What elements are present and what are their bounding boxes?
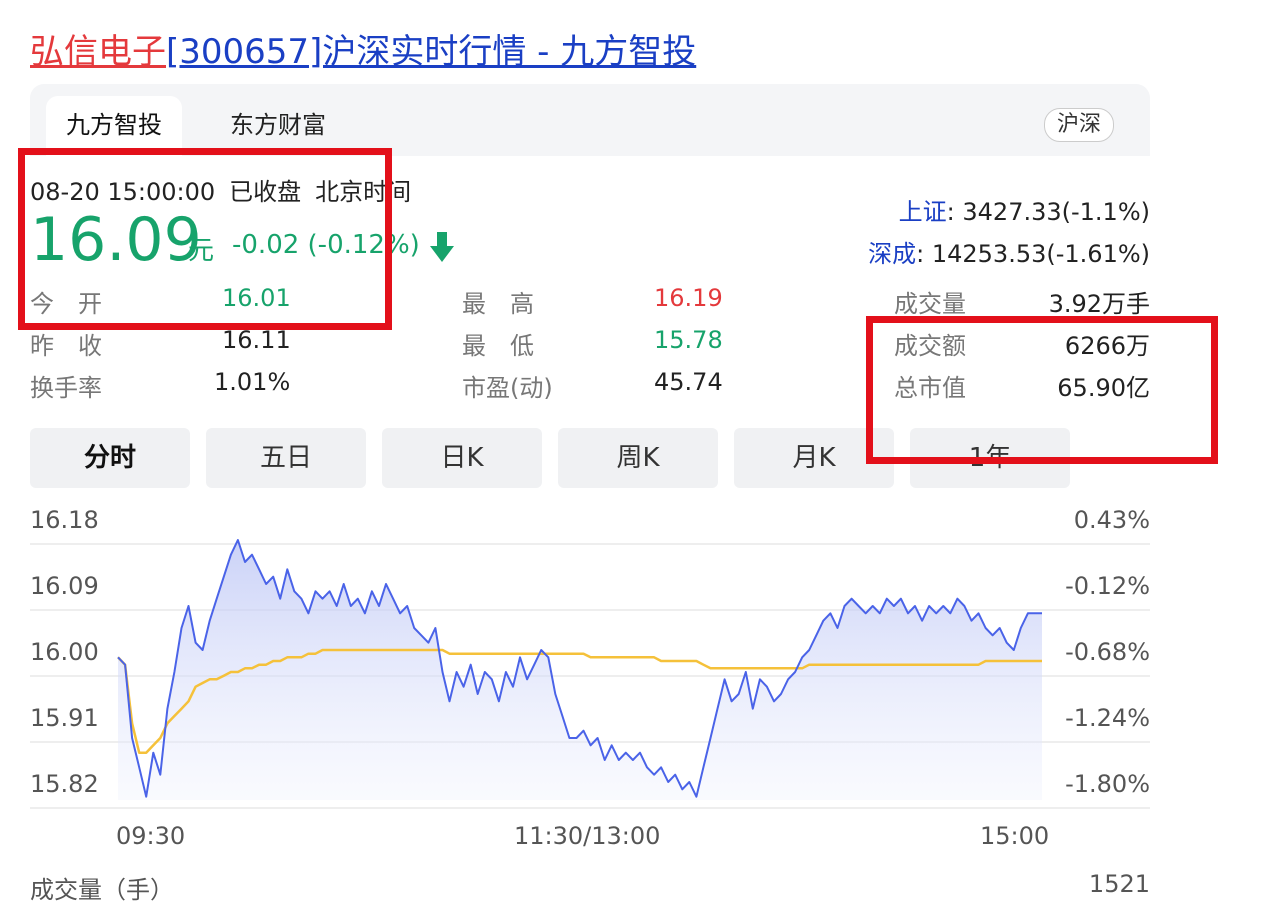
page-title-rest[interactable]: [300657]沪深实时行情 - 九方智投	[166, 32, 696, 72]
down-arrow-icon	[430, 232, 454, 262]
market-badge[interactable]: 沪深	[1043, 108, 1114, 142]
highlight-box-stats	[866, 316, 1218, 464]
index-sh-label[interactable]: 上证	[899, 198, 947, 226]
stat-volume-label: 成交量	[894, 290, 966, 318]
index-sz-label[interactable]: 深成	[868, 240, 916, 268]
index-sh-value: : 3427.33(-1.1%)	[946, 198, 1150, 226]
stat-pe-value: 45.74	[654, 368, 723, 396]
page-title-link[interactable]: 弘信电子[300657]沪深实时行情 - 九方智投	[30, 24, 696, 73]
x-tick: 09:30	[116, 822, 186, 850]
y-left-tick: 16.09	[30, 572, 99, 600]
stat-high-value: 16.19	[654, 284, 723, 312]
y-left-tick: 15.91	[30, 704, 99, 732]
stat-prev-close-value: 16.11	[222, 326, 291, 354]
y-right-tick: -1.24%	[1065, 704, 1150, 732]
stat-turnover-value: 1.01%	[214, 368, 291, 396]
y-left-tick: 15.82	[30, 770, 99, 798]
index-shanghai: 上证: 3427.33(-1.1%)	[899, 192, 1150, 227]
index-sz-value: : 14253.53(-1.61%)	[916, 240, 1150, 268]
y-left-tick: 16.18	[30, 506, 99, 534]
stock-name[interactable]: 弘信电子	[30, 32, 166, 72]
tab-dongfang[interactable]: 东方财富	[230, 96, 326, 156]
stat-high-label: 最 高	[462, 290, 534, 318]
x-tick: 15:00	[980, 822, 1050, 850]
stat-low-label: 最 低	[462, 332, 534, 360]
y-right-tick: -0.12%	[1065, 572, 1150, 600]
highlight-box-price	[18, 148, 392, 330]
index-shenzhen: 深成: 14253.53(-1.61%)	[868, 234, 1150, 269]
y-left-tick: 16.00	[30, 638, 99, 666]
volume-max-value: 1521	[1088, 870, 1150, 898]
stat-volume-value: 3.92万手	[1048, 290, 1150, 318]
stat-turnover-label: 换手率	[30, 374, 102, 402]
period-tab-weekly-k[interactable]: 周K	[558, 428, 718, 488]
volume-section-label: 成交量（手）	[30, 876, 174, 904]
y-right-tick: -1.80%	[1065, 770, 1150, 798]
source-tabs-bar: 九方智投 东方财富 沪深	[30, 84, 1150, 156]
tab-jiufang[interactable]: 九方智投	[46, 96, 182, 156]
y-right-tick: 0.43%	[1073, 506, 1150, 534]
intraday-chart: 16.18 16.09 16.00 15.91 15.82 0.43% -0.1…	[0, 500, 1270, 904]
x-tick: 11:30/13:00	[514, 822, 661, 850]
period-tab-intraday[interactable]: 分时	[30, 428, 190, 488]
period-tab-daily-k[interactable]: 日K	[382, 428, 542, 488]
stat-pe-label: 市盈(动)	[462, 374, 553, 402]
price-area-fill	[118, 540, 1042, 800]
stat-prev-close-label: 昨 收	[30, 332, 102, 360]
stat-low-value: 15.78	[654, 326, 723, 354]
y-right-tick: -0.68%	[1065, 638, 1150, 666]
period-tab-5day[interactable]: 五日	[206, 428, 366, 488]
